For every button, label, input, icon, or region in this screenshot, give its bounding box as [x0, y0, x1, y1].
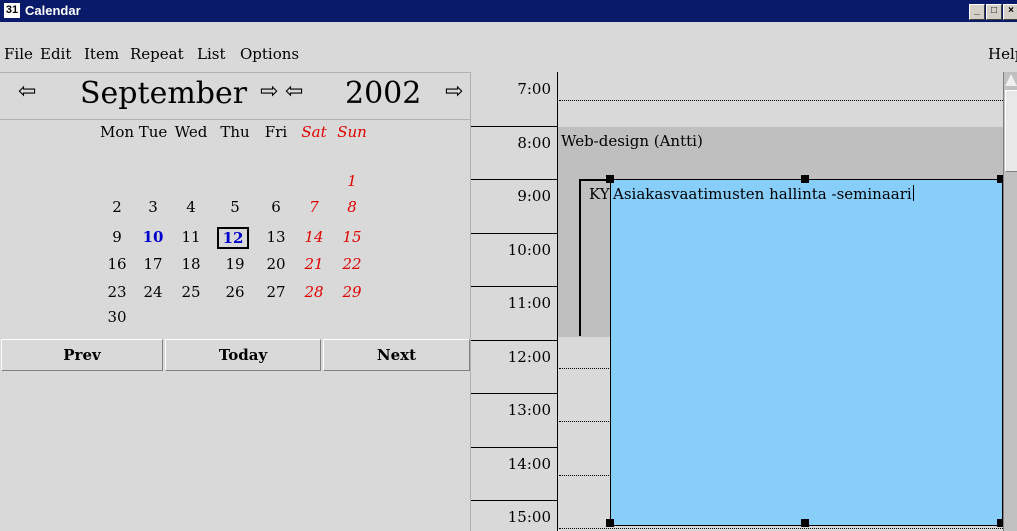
- resize-handle-bottom-left[interactable]: [606, 519, 614, 527]
- calendar-day[interactable]: 8: [332, 198, 372, 216]
- next-year-arrow-icon[interactable]: ⇨: [445, 79, 463, 104]
- month-year-navigator: ⇦ September ⇨ ⇦ 2002 ⇨: [0, 73, 470, 120]
- hour-divider: [471, 232, 557, 234]
- hour-label: 10:00: [507, 240, 551, 259]
- calendar-day[interactable]: 16: [97, 255, 137, 273]
- left-empty-panel: [0, 373, 470, 531]
- weekday-header: Tue: [138, 123, 168, 141]
- event-seminar[interactable]: Asiakasvaatimusten hallinta -seminaari: [610, 179, 1003, 526]
- calendar-day[interactable]: 3: [133, 198, 173, 216]
- calendar-day[interactable]: 20: [256, 255, 296, 273]
- weekday-header: Wed: [174, 123, 208, 141]
- menu-bar: File Edit Item Repeat List Options Help: [0, 22, 1017, 73]
- month-calendar: Mon Tue Wed Thu Fri Sat Sun 1 2 3 4 5 6 7 8 9 10 11 12 13 14…: [0, 120, 470, 336]
- resize-handle-top[interactable]: [801, 175, 809, 183]
- calendar-day[interactable]: 17: [133, 255, 173, 273]
- calendar-day[interactable]: 15: [332, 228, 372, 246]
- weekday-header: Sat: [301, 123, 327, 141]
- menu-help[interactable]: Help: [988, 45, 1017, 63]
- resize-handle-bottom[interactable]: [801, 519, 809, 527]
- hour-label: 13:00: [507, 401, 551, 419]
- event-ky[interactable]: KY: [579, 179, 611, 336]
- menu-item[interactable]: Item: [84, 45, 119, 63]
- weekday-header: Thu: [220, 123, 250, 141]
- calendar-day[interactable]: 7: [294, 198, 334, 216]
- calendar-day[interactable]: 5: [215, 198, 255, 216]
- hour-label: 11:00: [507, 294, 551, 312]
- calendar-day[interactable]: 4: [171, 198, 211, 216]
- calendar-day[interactable]: 28: [294, 283, 334, 301]
- event-label: Web-design (Antti): [561, 132, 703, 150]
- maximize-button[interactable]: □: [986, 4, 1002, 20]
- text-caret: [912, 185, 914, 201]
- hour-label: 14:00: [507, 454, 551, 473]
- close-button[interactable]: ×: [1003, 4, 1017, 20]
- calendar-day-selected[interactable]: 12: [217, 227, 249, 249]
- calendar-day[interactable]: 22: [332, 255, 372, 273]
- title-bar: 31 Calendar _ □ ×: [0, 0, 1017, 22]
- calendar-day[interactable]: 1: [332, 172, 372, 190]
- menu-repeat[interactable]: Repeat: [130, 45, 184, 63]
- hour-divider: [471, 500, 557, 501]
- calendar-day[interactable]: 9: [97, 228, 137, 246]
- window-title: Calendar: [25, 3, 81, 18]
- calendar-day-today[interactable]: 10: [133, 228, 173, 246]
- hour-label: 12:00: [507, 347, 551, 366]
- calendar-day[interactable]: 24: [133, 283, 173, 301]
- weekday-header: Sun: [337, 123, 367, 141]
- calendar-day[interactable]: 25: [171, 283, 211, 301]
- calendar-day[interactable]: 29: [332, 283, 372, 301]
- menu-edit[interactable]: Edit: [40, 45, 71, 63]
- calendar-day[interactable]: 27: [256, 283, 296, 301]
- calendar-nav-buttons: Prev Today Next: [0, 337, 470, 373]
- today-button[interactable]: Today: [165, 339, 321, 371]
- next-button[interactable]: Next: [323, 339, 470, 371]
- calendar-app-icon[interactable]: 31: [4, 3, 20, 18]
- month-label: September: [80, 76, 248, 111]
- hour-label: 8:00: [517, 133, 551, 152]
- prev-year-arrow-icon[interactable]: ⇦: [285, 79, 303, 104]
- event-label: Asiakasvaatimusten hallinta -seminaari: [613, 185, 914, 203]
- prev-month-arrow-icon[interactable]: ⇦: [18, 79, 36, 104]
- year-label: 2002: [345, 76, 422, 111]
- menu-file[interactable]: File: [4, 45, 33, 63]
- menu-options[interactable]: Options: [240, 45, 299, 63]
- hour-label: 15:00: [507, 508, 551, 526]
- calendar-day[interactable]: 6: [256, 198, 296, 216]
- hour-divider: [471, 286, 557, 287]
- time-slot[interactable]: [559, 100, 1003, 101]
- calendar-day[interactable]: 2: [97, 198, 137, 216]
- calendar-day[interactable]: 21: [294, 255, 334, 273]
- hour-divider: [471, 125, 557, 127]
- day-view: 7:00 8:00 9:00 10:00 11:00 12:00 13:00 14:00 15:…: [471, 72, 1017, 531]
- hour-label: 7:00: [517, 80, 551, 98]
- event-label: KY: [589, 185, 610, 203]
- minimize-button[interactable]: _: [969, 4, 985, 20]
- vertical-scrollbar[interactable]: [1003, 72, 1017, 531]
- calendar-day[interactable]: 14: [294, 228, 334, 246]
- hour-divider: [471, 393, 557, 394]
- menu-list[interactable]: List: [197, 45, 225, 63]
- calendar-day[interactable]: 19: [215, 255, 255, 273]
- scroll-up-arrow-icon[interactable]: [1005, 74, 1017, 86]
- calendar-day[interactable]: 30: [97, 308, 137, 326]
- weekday-header: Mon: [99, 123, 135, 141]
- resize-handle-top-left[interactable]: [606, 175, 614, 183]
- scroll-thumb[interactable]: [1005, 90, 1017, 172]
- calendar-day[interactable]: 23: [97, 283, 137, 301]
- calendar-day[interactable]: 26: [215, 283, 255, 301]
- calendar-day[interactable]: 11: [171, 228, 211, 246]
- hour-divider: [471, 446, 557, 448]
- hour-divider: [471, 339, 557, 341]
- time-slot[interactable]: [559, 528, 1003, 529]
- calendar-day[interactable]: 13: [256, 228, 296, 246]
- hour-label: 9:00: [517, 187, 551, 205]
- calendar-day[interactable]: 18: [171, 255, 211, 273]
- next-month-arrow-icon[interactable]: ⇨: [260, 79, 278, 104]
- prev-button[interactable]: Prev: [1, 339, 163, 371]
- weekday-header: Fri: [264, 123, 288, 141]
- hour-divider: [471, 179, 557, 180]
